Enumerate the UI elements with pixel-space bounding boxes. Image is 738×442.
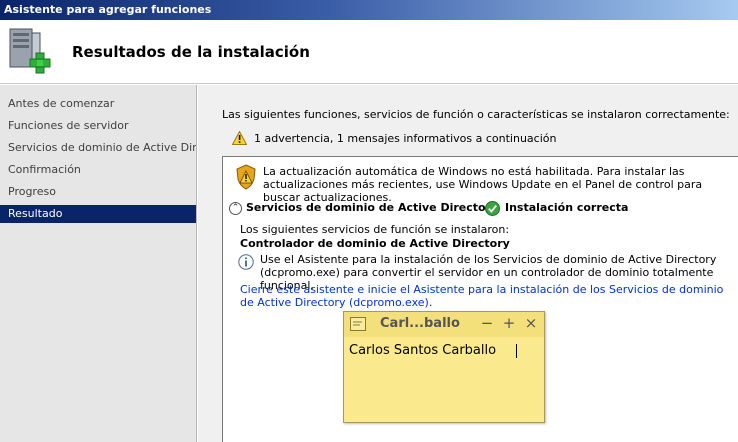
sticky-note-text[interactable]: Carlos Santos Carballo	[349, 343, 496, 358]
page-title: Resultados de la instalación	[72, 43, 310, 61]
service-result-row: ⌃ Servicios de dominio de Active Directo…	[229, 201, 738, 217]
window-title-bar[interactable]: Asistente para agregar funciones	[0, 0, 738, 20]
wizard-steps-sidebar: Antes de comenzar Funciones de servidor …	[0, 85, 197, 442]
note-icon	[350, 317, 366, 331]
add-note-icon[interactable]: +	[502, 315, 516, 331]
intro-text: Las siguientes funciones, servicios de f…	[222, 108, 730, 121]
sticky-note-window[interactable]: Carl...ballo − + × Carlos Santos Carball…	[343, 311, 545, 423]
success-check-icon	[485, 201, 500, 216]
wizard-header: Resultados de la instalación	[0, 20, 738, 84]
sticky-note-title: Carl...ballo	[380, 316, 460, 331]
role-service-name: Controlador de dominio de Active Directo…	[240, 237, 510, 250]
server-add-icon	[9, 28, 51, 74]
service-name: Servicios de dominio de Active Directory	[246, 201, 499, 214]
summary-text: 1 advertencia, 1 mensajes informativos a…	[254, 132, 557, 145]
window-title: Asistente para agregar funciones	[4, 3, 212, 16]
warning-icon	[232, 131, 247, 145]
update-note-text: La actualización automática de Windows n…	[263, 165, 703, 204]
dcpromo-link[interactable]: Cierre este asistente e inicie el Asiste…	[240, 283, 730, 309]
installed-label: Los siguientes servicios de función se i…	[240, 223, 510, 236]
sidebar-item-antes-de-comenzar[interactable]: Antes de comenzar	[0, 95, 196, 113]
sticky-note-title-bar[interactable]: Carl...ballo − + ×	[344, 312, 544, 337]
sidebar-item-servicios-de-dominio[interactable]: Servicios de dominio de Active Dir...	[0, 139, 196, 157]
service-status: Instalación correcta	[505, 201, 629, 214]
shield-warning-icon	[236, 164, 256, 190]
minimize-icon[interactable]: −	[480, 315, 494, 331]
sidebar-item-progreso[interactable]: Progreso	[0, 183, 196, 201]
close-icon[interactable]: ×	[524, 315, 538, 331]
text-caret	[516, 344, 517, 358]
chevron-up-icon[interactable]: ⌃	[229, 202, 242, 215]
info-icon	[238, 254, 254, 270]
sidebar-item-funciones-de-servidor[interactable]: Funciones de servidor	[0, 117, 196, 135]
sidebar-item-resultado[interactable]: Resultado	[0, 205, 196, 223]
sidebar-item-confirmacion[interactable]: Confirmación	[0, 161, 196, 179]
